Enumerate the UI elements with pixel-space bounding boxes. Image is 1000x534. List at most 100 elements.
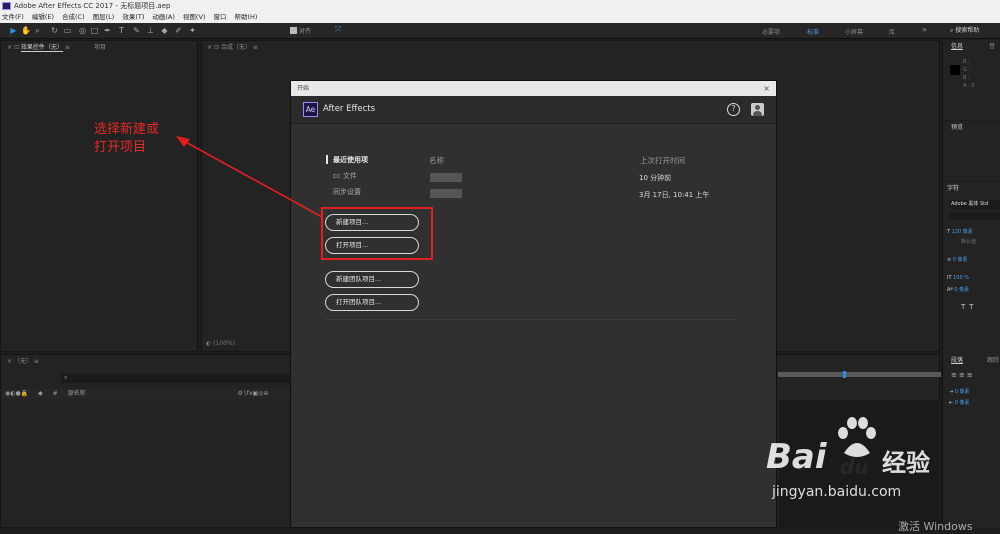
snap-icon[interactable]: ⤧ [335, 25, 341, 35]
recent-file-time: 10 分钟前 [639, 174, 672, 182]
font-family-select[interactable]: Adobe 黑体 Std [949, 200, 1000, 209]
lock-icon[interactable]: ⊡ [214, 44, 221, 51]
puppet-tool-icon[interactable]: ✦ [188, 26, 197, 35]
name-column-header: 名称 [429, 156, 444, 165]
info-tab[interactable]: 信息 [951, 41, 963, 53]
timeline-tab[interactable]: × （无） ≡ [7, 356, 39, 368]
character-panel: 字符 Adobe 黑体 Std T 120 像素 默认值 ≡ 0 像素 IT 1… [942, 182, 1000, 354]
search-help-box[interactable]: ⌕ 搜索帮助 [950, 25, 1000, 37]
pen-tool-icon[interactable]: ✒ [103, 26, 112, 35]
selection-tool-icon[interactable]: ▶ [9, 26, 18, 35]
brush-tool-icon[interactable]: ✎ [132, 26, 141, 35]
last-opened-column-header: 上次打开时间 [640, 156, 685, 165]
eraser-tool-icon[interactable]: ◆ [160, 26, 169, 35]
text-tool-icon[interactable]: T [117, 26, 126, 35]
panel-menu-icon[interactable]: ≡ [65, 44, 70, 51]
recent-file-name-blurred[interactable] [430, 189, 462, 198]
open-team-project-button[interactable]: 打开团队项目... [325, 294, 419, 311]
kerning-field[interactable]: ≡ 0 像素 [947, 256, 968, 263]
help-icon[interactable]: ? [727, 103, 740, 116]
roto-brush-tool-icon[interactable]: ✐ [174, 26, 183, 35]
dialog-close-icon[interactable]: × [763, 81, 770, 96]
paragraph-tab[interactable]: 段落 [951, 355, 963, 367]
recent-items-link[interactable]: 最近使用项 [333, 155, 368, 165]
pan-behind-tool-icon[interactable]: ◎ [78, 26, 87, 35]
recent-file-name-blurred[interactable] [430, 173, 462, 182]
menu-edit[interactable]: 编辑(E) [32, 12, 54, 23]
watermark-url: jingyan.baidu.com [772, 484, 902, 500]
snap-checkbox[interactable] [290, 27, 297, 34]
info-values: R : G : B : A : 0 [963, 58, 974, 90]
close-icon[interactable]: × [7, 44, 14, 51]
label-icon[interactable]: ◆ [38, 390, 43, 397]
workspace-essentials[interactable]: 必要项 [762, 27, 780, 36]
workspace-library[interactable]: 库 [889, 27, 895, 36]
rotate-tool-icon[interactable]: ↻ [50, 26, 59, 35]
panel-menu-icon[interactable]: ≡ [253, 44, 258, 51]
sync-settings-link[interactable]: 同步设置 [333, 187, 361, 197]
dialog-title: 开始 [297, 85, 310, 92]
effect-controls-tab[interactable]: × ⊡ 效果控件（无） ≡ [7, 42, 70, 54]
menu-animation[interactable]: 动画(A) [152, 12, 175, 23]
align-buttons[interactable]: ≡≡≡ [951, 371, 975, 379]
composition-tab[interactable]: × ⊡ 合成（无） ≡ [207, 42, 258, 54]
panel-menu-icon[interactable]: ≡ [34, 358, 39, 365]
workspace-standard[interactable]: 标准 [807, 27, 819, 36]
clone-tool-icon[interactable]: ⊥ [146, 26, 155, 35]
menu-composition[interactable]: 合成(C) [62, 12, 85, 23]
camera-tool-icon[interactable]: ▭ [63, 26, 72, 35]
zoom-tool-icon[interactable]: ⌕ [33, 26, 42, 35]
recent-file-time: 3月 17日, 10:41 上午 [639, 191, 710, 199]
annotation-text: 选择新建或 打开项目 [94, 121, 204, 157]
effect-controls-panel: × ⊡ 效果控件（无） ≡ 项目 [0, 40, 198, 352]
space-before-field[interactable]: ⇤ 0 像素 [949, 399, 970, 406]
baidu-brand-right: du [840, 455, 869, 479]
jingyan-brand: 经验 [882, 449, 930, 477]
indent-left-field[interactable]: ⇥ 0 像素 [949, 388, 970, 395]
current-time-indicator[interactable] [843, 371, 846, 378]
cc-files-link[interactable]: cc 文件 [333, 171, 357, 181]
baidu-paw-icon [838, 417, 876, 457]
search-help-label: 搜索帮助 [955, 27, 980, 34]
effect-controls-label: 效果控件（无） [20, 44, 63, 52]
baseline-field[interactable]: Aª 0 像素 [947, 286, 969, 293]
audio-tab[interactable]: 音 [989, 41, 995, 53]
lock-icon[interactable]: ⊡ [14, 44, 21, 51]
font-size-field[interactable]: T 120 像素 [947, 228, 973, 235]
composition-tab-label: 合成（无） [220, 44, 251, 51]
menu-view[interactable]: 视图(V) [183, 12, 206, 23]
timeline-search-input[interactable]: ⌕ [61, 374, 291, 383]
workspace-menu-icon[interactable]: » [922, 25, 927, 34]
mask-tool-icon[interactable]: □ [90, 26, 99, 35]
after-effects-app-icon [2, 2, 11, 10]
time-navigator-bar[interactable] [778, 372, 941, 377]
tracker-tab[interactable]: 跟踪 [987, 355, 999, 367]
visibility-icon[interactable]: ◉◐●🔒 [5, 390, 28, 397]
menu-help[interactable]: 帮助(H) [234, 12, 257, 23]
menu-file[interactable]: 文件(F) [2, 12, 24, 23]
paragraph-panel: 段落 跟踪 ≡≡≡ ⇥ 0 像素 ⇤ 0 像素 [942, 354, 1000, 528]
user-avatar-icon[interactable] [751, 103, 764, 116]
close-icon[interactable]: × [7, 358, 14, 365]
auto-leading-field[interactable]: 默认值 [961, 238, 976, 245]
new-team-project-button[interactable]: 新建团队项目... [325, 271, 419, 288]
menu-effect[interactable]: 效果(T) [122, 12, 144, 23]
close-icon[interactable]: × [207, 44, 214, 51]
switches-icon[interactable]: ⚙∖fx▣◎⊕ [238, 390, 269, 397]
hand-tool-icon[interactable]: ✋ [21, 26, 31, 35]
workspace-small-screen[interactable]: 小屏幕 [845, 27, 863, 36]
text-style-buttons[interactable]: TT [961, 303, 977, 311]
scale-field[interactable]: IT 100 % [947, 275, 969, 281]
font-style-select[interactable] [949, 212, 1000, 220]
menu-window[interactable]: 窗口 [213, 12, 226, 23]
character-tab[interactable]: 字符 [947, 183, 959, 195]
app-name: After Effects [323, 104, 376, 114]
baidu-jingyan-watermark: Bai du 经验 jingyan.baidu.com [752, 415, 950, 505]
info-b: B : [963, 75, 970, 81]
project-tab[interactable]: 项目 [94, 42, 106, 54]
layer-header: ◉◐●🔒 ◆ # 源名称 ⚙∖fx▣◎⊕ [1, 389, 291, 399]
annotation-line-2: 打开项目 [94, 140, 147, 155]
menu-layer[interactable]: 图层(L) [93, 12, 115, 23]
preview-tab[interactable]: 预览 [951, 122, 963, 134]
zoom-level[interactable]: (100%) [213, 340, 235, 347]
